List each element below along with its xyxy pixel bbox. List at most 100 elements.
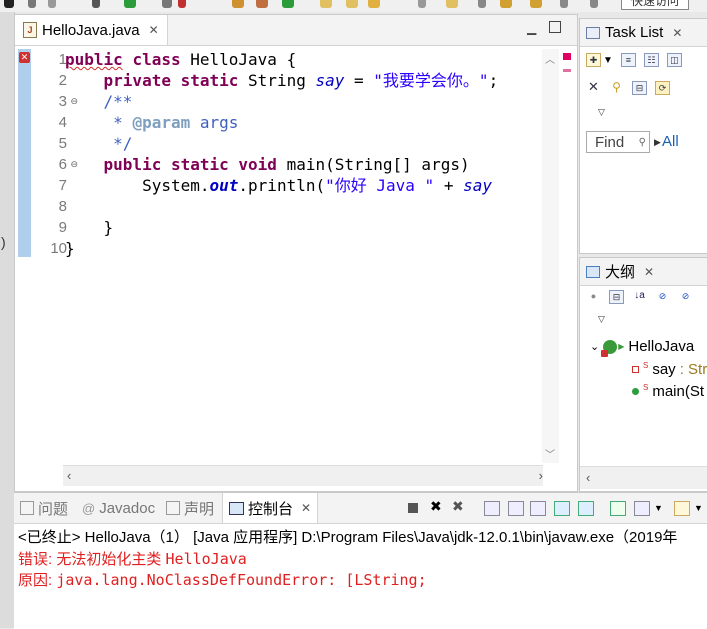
view-menu-icon[interactable]: ▽	[598, 314, 605, 325]
chevron-down-icon[interactable]: ⌄	[590, 340, 599, 353]
minimize-icon[interactable]: ▁	[527, 21, 537, 35]
pin-console-icon[interactable]	[610, 501, 626, 516]
code-line: */	[103, 134, 133, 153]
outline-field-name: say	[652, 361, 676, 378]
toolbar-icon[interactable]	[28, 0, 36, 8]
declaration-icon	[166, 501, 180, 515]
code-text-area[interactable]: public class HelloJava { private static …	[65, 49, 543, 477]
folder-icon[interactable]	[346, 0, 358, 8]
dropdown-arrow-icon[interactable]: ▼	[654, 503, 668, 516]
toolbar-icon[interactable]	[178, 0, 186, 8]
error-marker-icon[interactable]: ✕	[19, 52, 30, 63]
tab-problems[interactable]: 问题	[20, 493, 68, 523]
run-icon[interactable]	[124, 0, 136, 8]
clear-console-icon[interactable]	[484, 501, 500, 516]
toolbar-icon[interactable]	[418, 0, 426, 8]
editor-horizontal-scrollbar[interactable]: ‹ ›	[63, 465, 543, 486]
class-icon	[601, 339, 618, 357]
open-console-icon[interactable]	[674, 501, 690, 516]
expand-arrow-icon[interactable]: ▶	[654, 137, 661, 148]
code-line: }	[65, 239, 75, 258]
view-menu-icon[interactable]: ▽	[598, 107, 605, 118]
outline-class-node[interactable]: ⌄ ▶ HelloJava	[590, 338, 694, 357]
toolbar-icon[interactable]	[560, 0, 568, 8]
new-task-icon[interactable]: ✚	[586, 53, 601, 67]
editor-vertical-scrollbar[interactable]: ︿ ﹀	[542, 49, 559, 463]
hide-completed-icon[interactable]: ✕	[586, 80, 601, 95]
word-wrap-icon[interactable]	[530, 501, 546, 516]
hide-static-icon[interactable]: ⊘	[678, 290, 693, 304]
dropdown-arrow-icon[interactable]: ▼	[694, 503, 707, 516]
toolbar-icon[interactable]	[282, 0, 294, 8]
remove-all-icon[interactable]: ✖	[452, 498, 466, 514]
editor-tab-label: HelloJava.java	[42, 21, 140, 39]
code-line: * @param args	[103, 113, 239, 132]
truncated-text: )	[1, 234, 6, 250]
hide-fields-icon[interactable]: ⊘	[655, 290, 670, 304]
outline-tab[interactable]: 大纲 ✕	[580, 258, 707, 286]
console-cause-line[interactable]: 原因: java.lang.NoClassDefFoundError: [LSt…	[18, 569, 427, 590]
hide-nonpublic-icon[interactable]: ●	[586, 290, 601, 304]
collapse-all-icon[interactable]: ⊟	[632, 81, 647, 95]
folder-icon[interactable]	[320, 0, 332, 8]
overview-error-marker[interactable]	[563, 53, 571, 60]
task-list-tab[interactable]: Task List ✕	[580, 19, 707, 47]
back-icon[interactable]	[500, 0, 512, 8]
outline-toolbar-row: ● ⊟ ↓a ⊘ ⊘	[586, 290, 693, 304]
focus-icon[interactable]: ◫	[666, 53, 682, 67]
scroll-left-icon[interactable]: ‹	[67, 468, 71, 483]
toolbar-icon[interactable]	[162, 0, 172, 8]
tab-javadoc[interactable]: @ Javadoc	[82, 493, 155, 523]
scroll-up-icon[interactable]: ︿	[545, 51, 555, 66]
close-icon[interactable]: ✕	[644, 265, 654, 279]
console-error-line[interactable]: 错误: 无法初始化主类 HelloJava	[18, 548, 247, 569]
scheduled-icon[interactable]: ☷	[643, 53, 659, 67]
toolbar-debug-icon[interactable]	[4, 0, 14, 8]
quick-access-input[interactable]: 快速访问	[621, 0, 689, 10]
close-icon[interactable]: ✕	[149, 23, 159, 37]
forward-icon[interactable]	[530, 0, 542, 8]
collapse-all-icon[interactable]: ⊟	[609, 290, 624, 304]
toolbar-icon[interactable]	[478, 0, 486, 8]
sync-icon[interactable]: ⟳	[655, 81, 670, 95]
tab-declaration[interactable]: 声明	[166, 493, 214, 523]
problems-icon	[20, 501, 34, 515]
maximize-icon[interactable]	[549, 21, 561, 33]
tab-console[interactable]: 控制台 ✕	[222, 493, 319, 523]
toolbar-icon[interactable]	[590, 0, 598, 8]
terminate-icon[interactable]	[408, 503, 418, 513]
editor-tab-hellojava[interactable]: J HelloJava.java ✕	[15, 15, 168, 45]
outline-icon	[586, 265, 600, 278]
toolbar-icon[interactable]	[92, 0, 100, 8]
remove-launch-icon[interactable]: ✖	[430, 498, 444, 514]
outline-field-type: : Str	[679, 361, 707, 378]
toolbar-icon[interactable]	[368, 0, 380, 8]
outline-horizontal-scrollbar[interactable]: ‹	[580, 466, 707, 489]
scroll-lock-icon[interactable]	[508, 501, 524, 516]
outline-field-node[interactable]: S say : Str	[632, 361, 707, 378]
scroll-left-icon[interactable]: ‹	[586, 470, 590, 485]
overview-marker[interactable]	[563, 69, 571, 72]
static-marker-icon: S	[643, 361, 649, 370]
sort-icon[interactable]: ↓a	[632, 290, 647, 304]
toolbar-icon[interactable]	[446, 0, 458, 8]
outline-method-node[interactable]: S main(St	[632, 383, 704, 400]
display-console-icon[interactable]	[634, 501, 650, 516]
toolbar-icon[interactable]	[48, 0, 56, 8]
toolbar-icon[interactable]	[232, 0, 244, 8]
show-stderr-icon[interactable]	[578, 501, 594, 516]
dropdown-arrow-icon[interactable]: ▼	[603, 55, 613, 66]
toolbar-icon[interactable]	[256, 0, 268, 8]
close-icon[interactable]: ✕	[301, 501, 311, 515]
quick-diff-ruler	[18, 49, 31, 257]
categorized-icon[interactable]: ≡	[620, 53, 636, 67]
task-find-input[interactable]: Find ⚲	[586, 131, 650, 153]
filter-icon[interactable]: ⚲	[609, 81, 624, 95]
scroll-down-icon[interactable]: ﹀	[545, 446, 555, 461]
show-stdout-icon[interactable]	[554, 501, 570, 516]
scroll-right-icon[interactable]: ›	[539, 468, 543, 483]
close-icon[interactable]: ✕	[672, 26, 682, 40]
all-tasks-link[interactable]: All	[662, 133, 679, 150]
public-method-icon	[632, 388, 639, 395]
